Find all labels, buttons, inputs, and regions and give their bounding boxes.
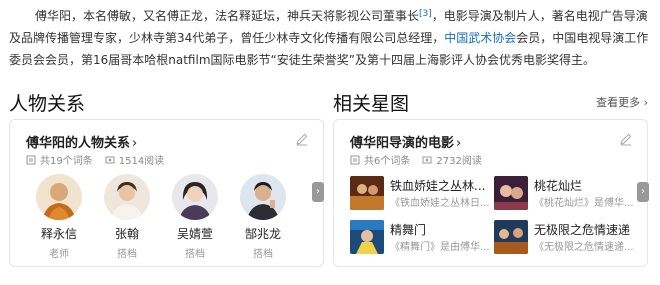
person-role: 搭档	[253, 249, 273, 260]
movie-title: 精舞门	[390, 223, 427, 237]
relations-views: 1514阅读	[118, 156, 165, 167]
movie-description: 《精舞门》是由傅华...	[390, 242, 490, 253]
movie-title: 桃花灿烂	[534, 179, 583, 193]
relations-entries-count: 共19个词条	[40, 156, 93, 167]
stars-card-title[interactable]: 傅华阳导演的电影 ›	[350, 132, 461, 151]
relations-stats: 共19个词条 1514阅读	[26, 152, 164, 167]
movie-item[interactable]: 桃花灿烂 《桃花灿烂》是傅华...	[494, 176, 654, 212]
person-name: 郜兆龙	[244, 227, 281, 241]
intro-text-1: 傅华阳，本名傅敏，又名傅正龙，法名释延坛，神兵天将影视公司董事长	[35, 9, 420, 23]
person-role: 搭档	[117, 249, 137, 260]
person-role: 搭档	[185, 249, 205, 260]
movie-item[interactable]: 精舞门 《精舞门》是由傅华...	[350, 220, 510, 256]
avatar	[172, 174, 218, 220]
stars-next-arrow[interactable]: ›	[637, 182, 649, 202]
person-name: 释永信	[40, 227, 77, 241]
relations-card-title-text: 傅华阳的人物关系	[26, 136, 131, 151]
person-name: 张翰	[114, 227, 139, 241]
views-icon	[105, 156, 115, 163]
chevron-right-icon: ›	[132, 136, 138, 151]
person-name: 吴婧萱	[176, 227, 213, 241]
movie-poster	[494, 176, 528, 210]
relations-section-title: 人物关系	[9, 93, 86, 115]
intro-paragraph: 傅华阳，本名傅敏，又名傅正龙，法名释延坛，神兵天将影视公司董事长[3]，电影导演…	[9, 5, 649, 71]
document-icon	[350, 155, 360, 164]
view-more-link[interactable]: 查看更多 ›	[596, 94, 648, 110]
person-item[interactable]: 张翰 搭档	[102, 174, 152, 260]
document-icon	[26, 155, 36, 164]
avatar	[36, 174, 82, 220]
wushu-association-link[interactable]: 中国武术协会	[444, 31, 516, 45]
people-list: 释永信 老师 张翰 搭档 吴婧萱 搭档 郜兆龙 搭档	[34, 174, 288, 260]
stars-views: 2732阅读	[436, 156, 482, 167]
stars-card: 傅华阳导演的电影 › 共6个词条 2732阅读 铁血娇娃之丛林... 《铁血娇娃之…	[333, 119, 648, 267]
stars-stats: 共6个词条 2732阅读	[350, 152, 482, 167]
movie-description: 《无极限之危情速递...	[534, 242, 634, 253]
movie-poster	[494, 220, 528, 254]
person-item[interactable]: 吴婧萱 搭档	[170, 174, 220, 260]
movie-item[interactable]: 无极限之危情速递 《无极限之危情速递...	[494, 220, 654, 256]
relations-card: 傅华阳的人物关系 › 共19个词条 1514阅读 释永信 老师 张翰 搭档 吴婧…	[9, 119, 324, 267]
movie-poster	[350, 176, 384, 210]
edit-icon[interactable]	[619, 132, 633, 146]
relations-card-title[interactable]: 傅华阳的人物关系 ›	[26, 132, 137, 151]
movie-title: 无极限之危情速递	[534, 223, 631, 237]
views-icon	[422, 156, 432, 163]
person-item[interactable]: 郜兆龙 搭档	[238, 174, 288, 260]
avatar	[104, 174, 150, 220]
chevron-right-icon: ›	[456, 136, 462, 151]
avatar	[240, 174, 286, 220]
relations-next-arrow[interactable]: ›	[312, 182, 324, 202]
reference-link[interactable]: [3]	[419, 9, 432, 19]
person-role: 老师	[49, 249, 69, 260]
edit-icon[interactable]	[295, 132, 309, 146]
movie-title: 铁血娇娃之丛林...	[390, 179, 486, 193]
movie-description: 《铁血娇娃之丛林日...	[390, 198, 490, 209]
stars-entries-count: 共6个词条	[364, 156, 411, 167]
movie-description: 《桃花灿烂》是傅华...	[534, 198, 634, 209]
movie-poster	[350, 220, 384, 254]
stars-card-title-text: 傅华阳导演的电影	[350, 136, 455, 151]
person-item[interactable]: 释永信 老师	[34, 174, 84, 260]
movie-item[interactable]: 铁血娇娃之丛林... 《铁血娇娃之丛林日...	[350, 176, 510, 212]
stars-section-title: 相关星图	[333, 93, 410, 115]
